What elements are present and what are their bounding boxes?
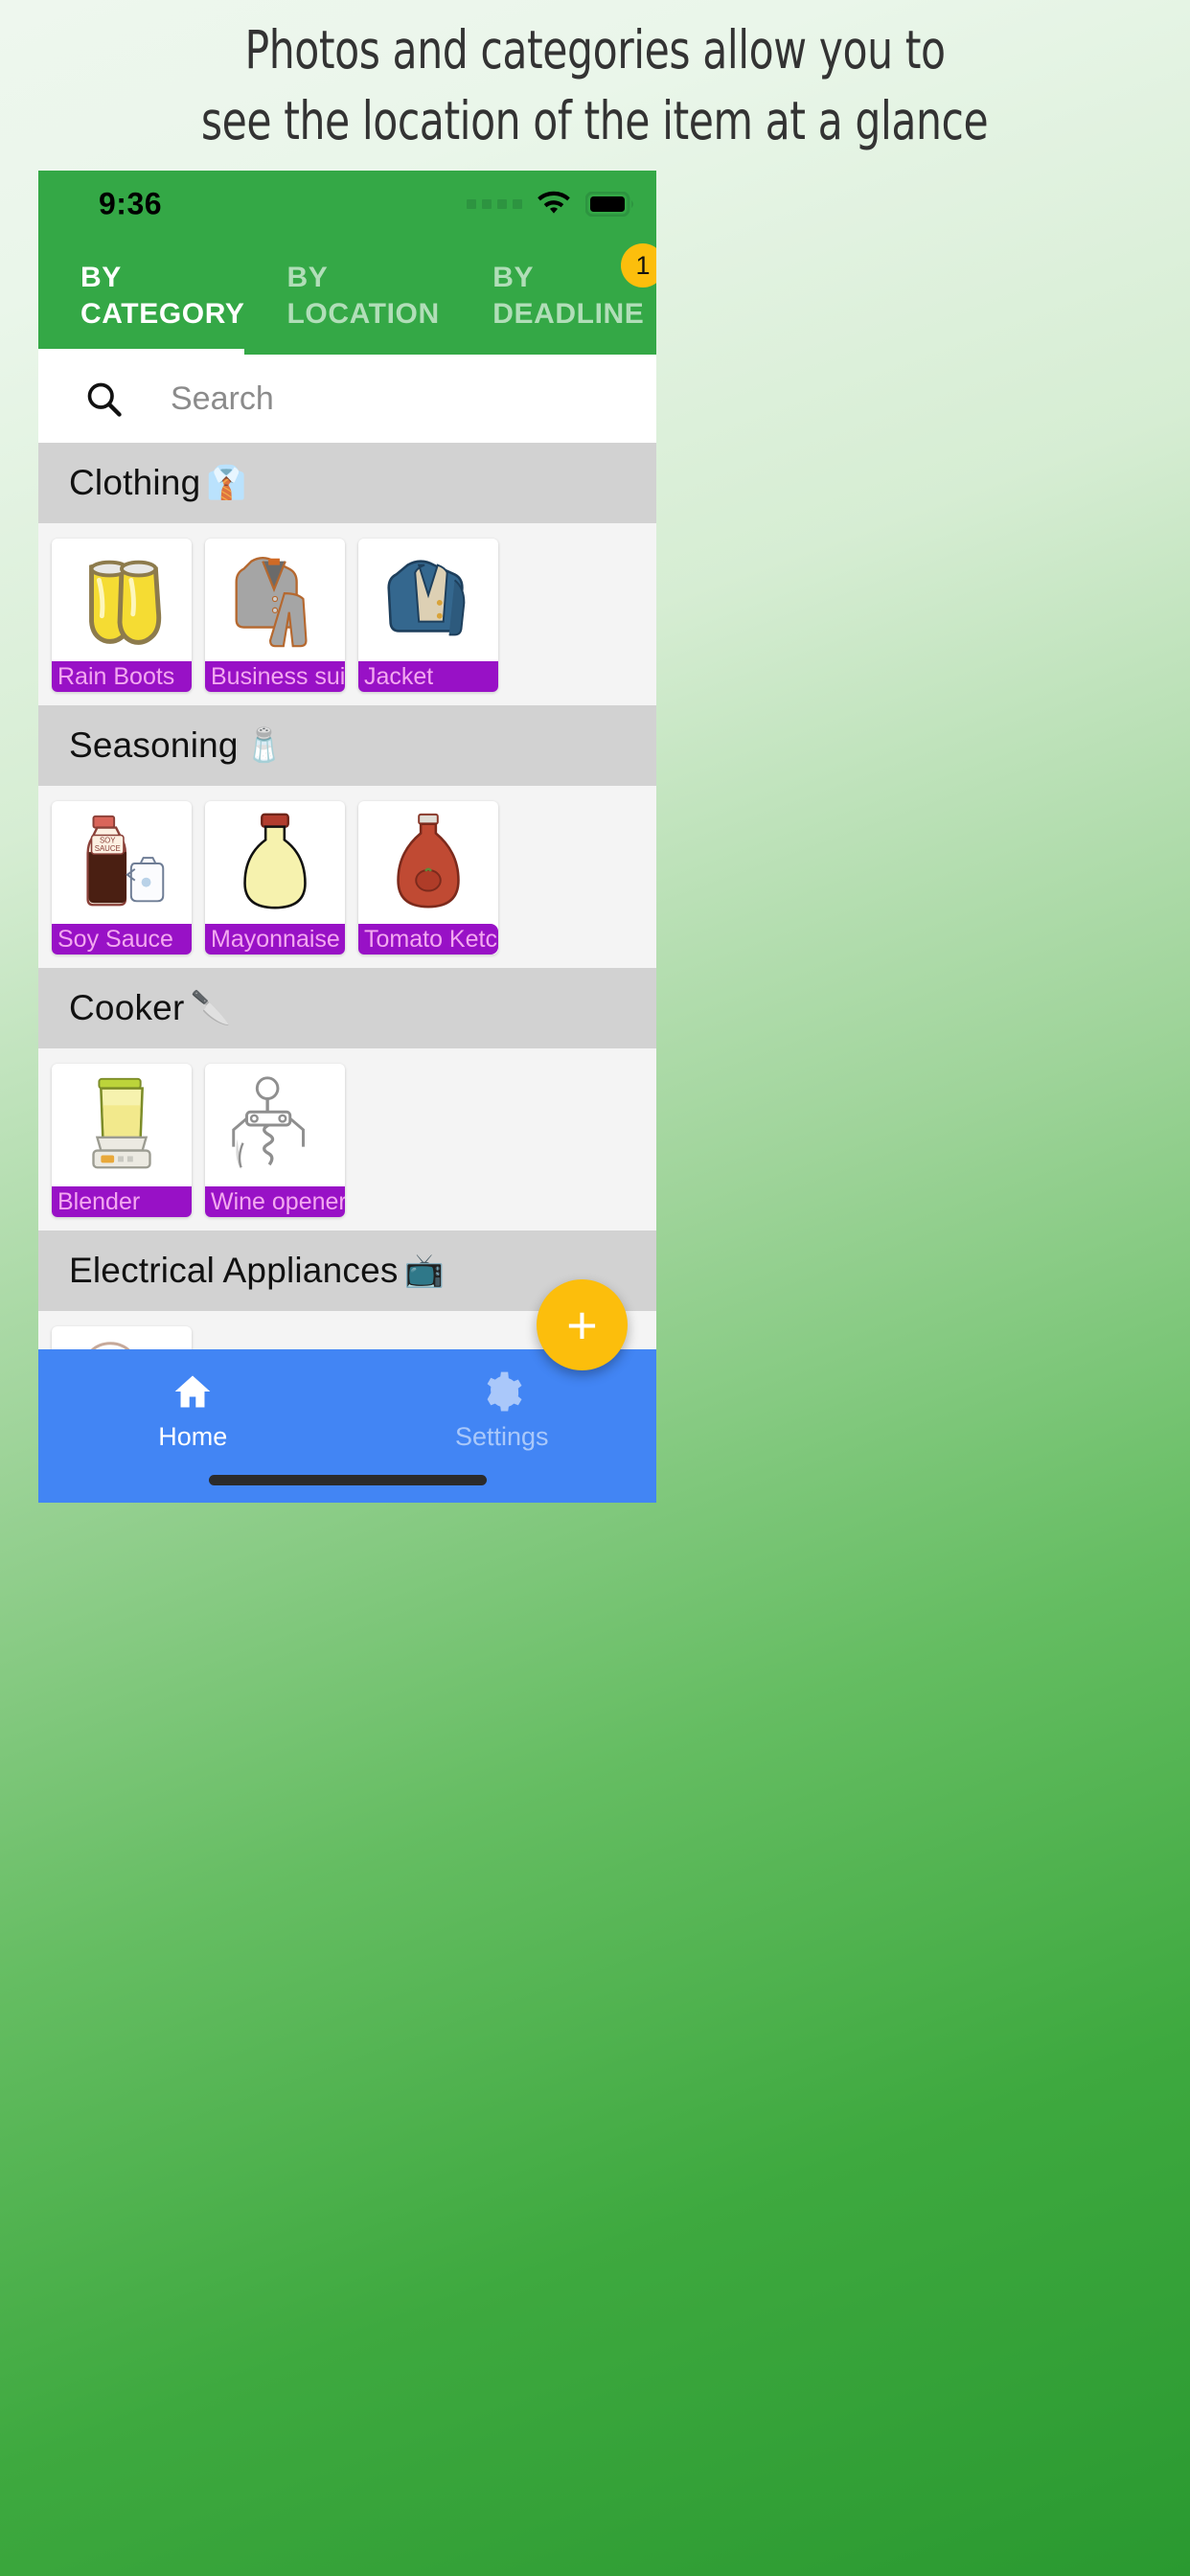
item-card[interactable]: Rain Boots <box>52 539 192 692</box>
search-bar[interactable]: Search <box>38 355 656 443</box>
top-tab-bar: BY CATEGORY BY LOCATION BY DEADLINE 1 <box>38 238 656 355</box>
headline-line-1: Photos and categories allow you to <box>244 19 946 80</box>
item-card[interactable]: SOY SAUCE Soy Sauce <box>52 801 192 954</box>
item-card[interactable]: Mayonnaise <box>205 801 345 954</box>
item-row-cooker[interactable]: Blender Wine opener <box>38 1048 656 1230</box>
add-item-fab[interactable]: + <box>537 1279 628 1370</box>
soy-sauce-image: SOY SAUCE <box>52 801 192 924</box>
plus-icon: + <box>566 1294 598 1355</box>
status-bar: 9:36 <box>38 171 656 238</box>
business-suit-image <box>205 539 345 661</box>
headline-line-2: see the location of the item at a glance <box>201 90 989 151</box>
signal-dots-icon <box>467 199 522 209</box>
item-card[interactable]: Business suit <box>205 539 345 692</box>
status-bar-icons <box>467 191 635 218</box>
item-label: Jacket <box>358 661 498 692</box>
television-emoji: 📺 <box>403 1253 445 1289</box>
search-input[interactable]: Search <box>171 380 274 418</box>
tab-by-location-line1: BY <box>286 262 329 293</box>
gear-icon <box>487 1371 522 1412</box>
blender-image <box>52 1064 192 1186</box>
home-indicator <box>208 1475 487 1485</box>
item-label: Soy Sauce <box>52 924 192 954</box>
search-icon <box>87 382 122 417</box>
tab-by-location[interactable]: BY LOCATION <box>244 238 450 355</box>
section-title: Seasoning <box>69 725 239 765</box>
mayonnaise-image <box>205 801 345 924</box>
section-title: Cooker <box>69 988 185 1027</box>
corkscrew-image <box>205 1064 345 1186</box>
item-card[interactable]: Tomato Ketch <box>358 801 498 954</box>
nav-item-home-label: Home <box>158 1422 228 1451</box>
item-label: Business suit <box>205 661 345 692</box>
item-label: Tomato Ketch <box>358 924 498 954</box>
section-title: Clothing <box>69 463 201 502</box>
tab-by-deadline[interactable]: BY DEADLINE 1 <box>450 238 656 355</box>
item-card[interactable]: Blender <box>52 1064 192 1217</box>
home-icon <box>174 1375 211 1408</box>
section-header-seasoning: Seasoning 🧂 <box>38 705 656 786</box>
svg-text:SAUCE: SAUCE <box>95 844 121 853</box>
tab-by-location-line2: LOCATION <box>286 298 440 330</box>
item-label: Mayonnaise <box>205 924 345 954</box>
kitchen-knife-emoji: 🔪 <box>190 990 231 1026</box>
item-card[interactable]: Wine opener <box>205 1064 345 1217</box>
tab-by-deadline-line2: DEADLINE <box>492 298 645 330</box>
jacket-image <box>358 539 498 661</box>
item-label: Rain Boots <box>52 661 192 692</box>
svg-text:SOY: SOY <box>100 836 116 844</box>
necktie-emoji: 👔 <box>206 465 247 501</box>
tab-by-category-line1: BY <box>80 262 122 293</box>
item-label: Blender <box>52 1186 192 1217</box>
rain-boots-image <box>52 539 192 661</box>
nav-item-settings-label: Settings <box>454 1422 549 1451</box>
battery-full-icon <box>585 192 633 217</box>
status-bar-time: 9:36 <box>99 186 163 221</box>
promo-headline: Photos and categories allow you to see t… <box>0 0 1190 171</box>
phone-screen: 9:36 BY CATEGORY BY LOCATION BY DEADLINE… <box>38 171 656 1503</box>
tab-by-category-line2: CATEGORY <box>80 298 245 330</box>
section-header-cooker: Cooker 🔪 <box>38 968 656 1048</box>
item-card[interactable]: Jacket <box>358 539 498 692</box>
tab-by-category[interactable]: BY CATEGORY <box>38 238 245 355</box>
item-label: Wine opener <box>205 1186 345 1217</box>
section-header-clothing: Clothing 👔 <box>38 443 656 523</box>
wifi-icon <box>538 191 570 214</box>
item-row-clothing[interactable]: Rain Boots Business suit Jacket <box>38 523 656 705</box>
item-row-seasoning[interactable]: SOY SAUCE Soy Sauce Mayonnaise Tomato Ke… <box>38 786 656 968</box>
section-title: Electrical Appliances <box>69 1251 399 1290</box>
salt-shaker-emoji: 🧂 <box>243 727 286 764</box>
ketchup-image <box>358 801 498 924</box>
